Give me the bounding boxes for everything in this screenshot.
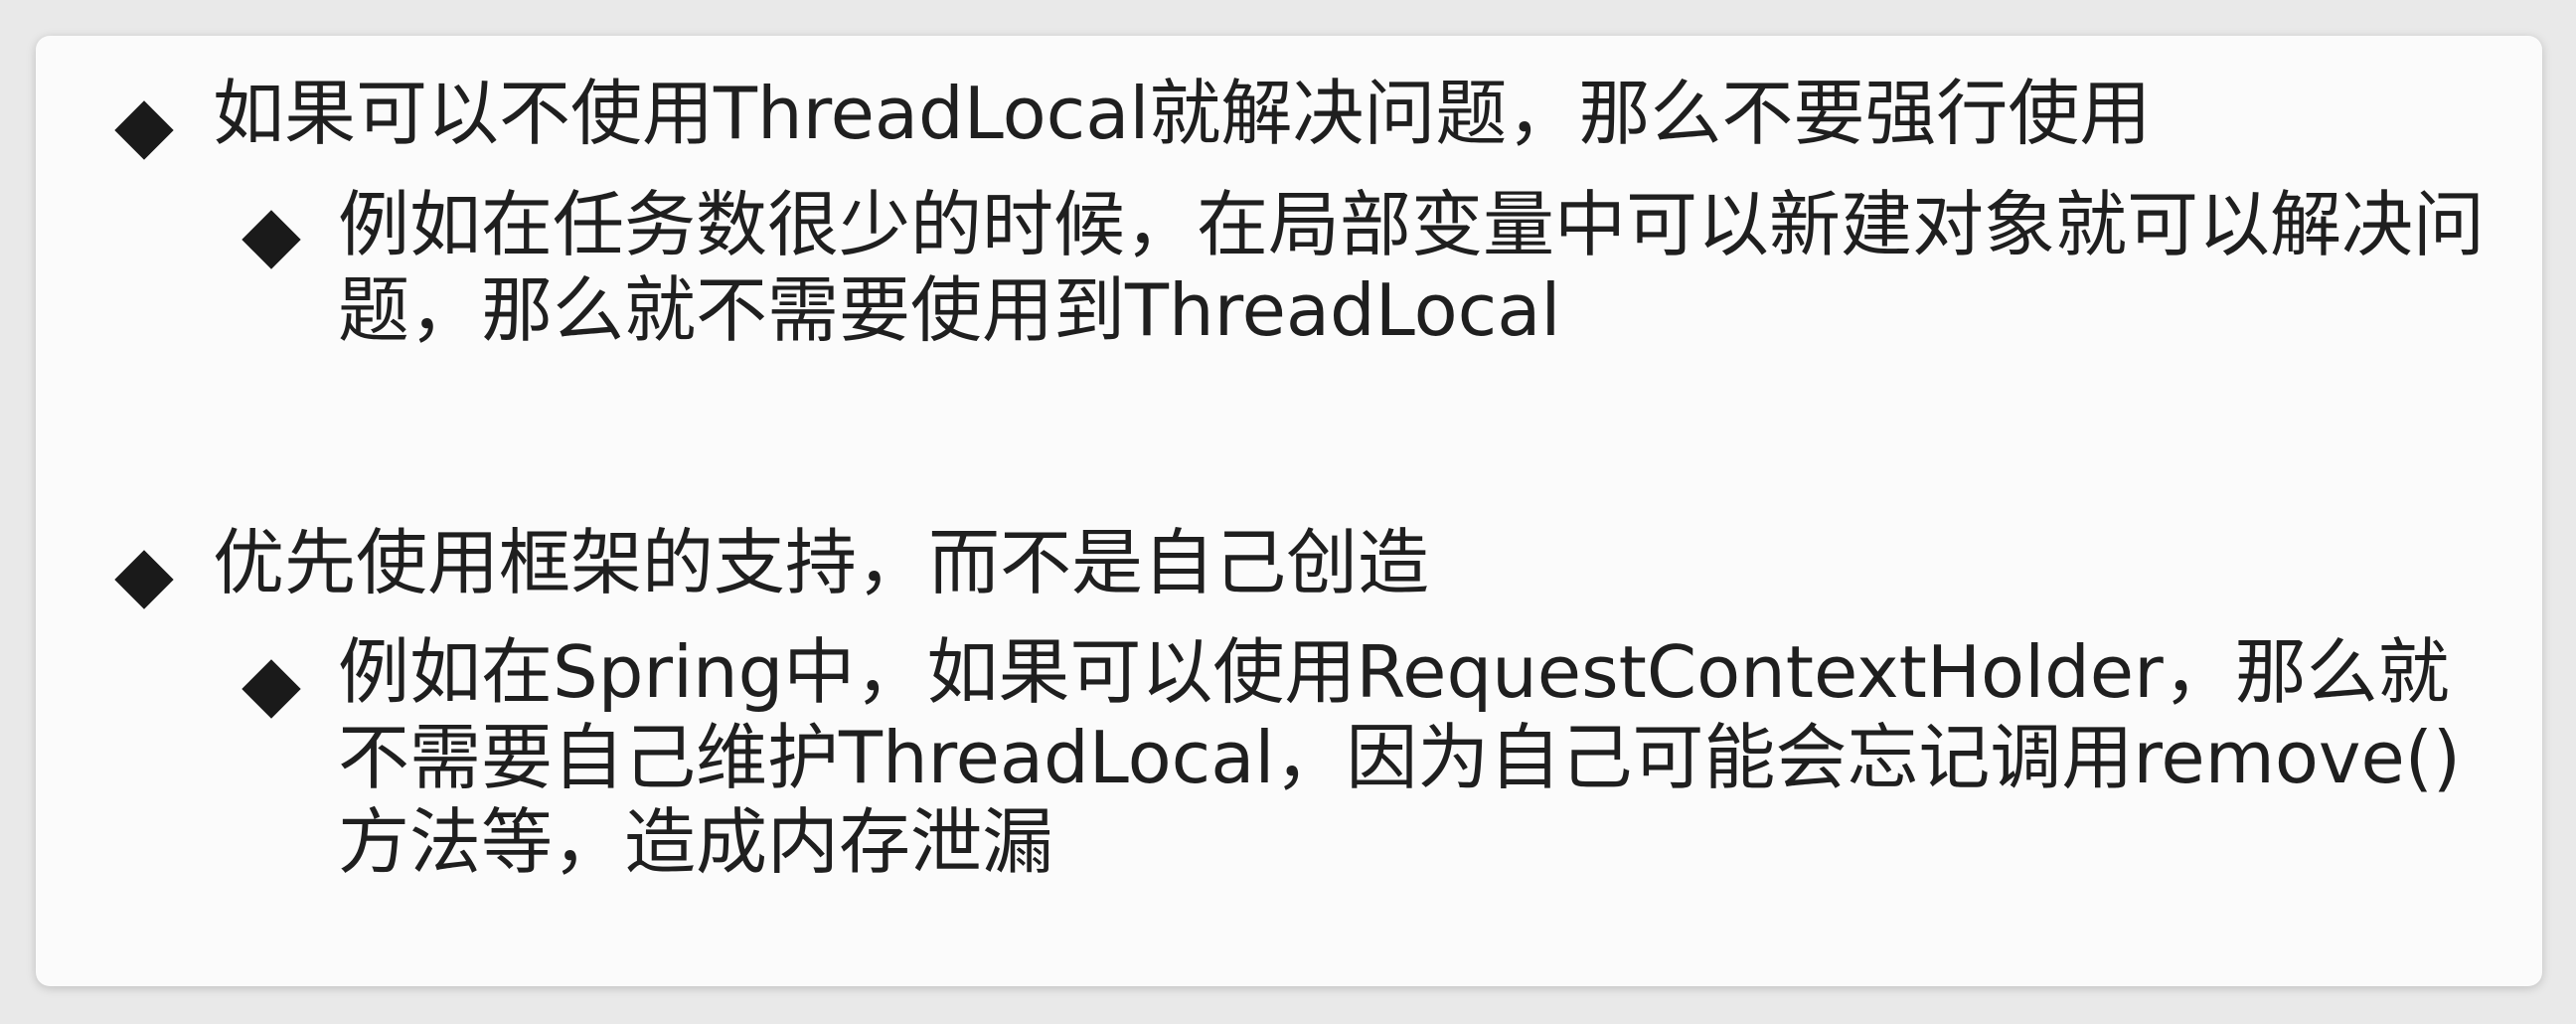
bullet-1-text: 如果可以不使用ThreadLocal就解决问题，那么不要强行使用	[213, 72, 2152, 155]
sub-bullet-diamond-icon	[242, 210, 301, 269]
sub-bullet-2-text: 例如在Spring中，如果可以使用RequestContextHolder，那么…	[338, 630, 2461, 885]
bullet-diamond-icon	[114, 550, 174, 609]
bullet-diamond-icon	[114, 100, 174, 160]
sub-bullet-1-text: 例如在任务数很少的时候，在局部变量中可以新建对象就可以解决问题，那么就不需要使用…	[338, 183, 2486, 352]
sub-bullet-diamond-icon	[242, 659, 301, 719]
slide-content: 如果可以不使用ThreadLocal就解决问题，那么不要强行使用 例如在任务数很…	[36, 36, 2542, 986]
bullet-2-text: 优先使用框架的支持，而不是自己创造	[213, 521, 1430, 604]
